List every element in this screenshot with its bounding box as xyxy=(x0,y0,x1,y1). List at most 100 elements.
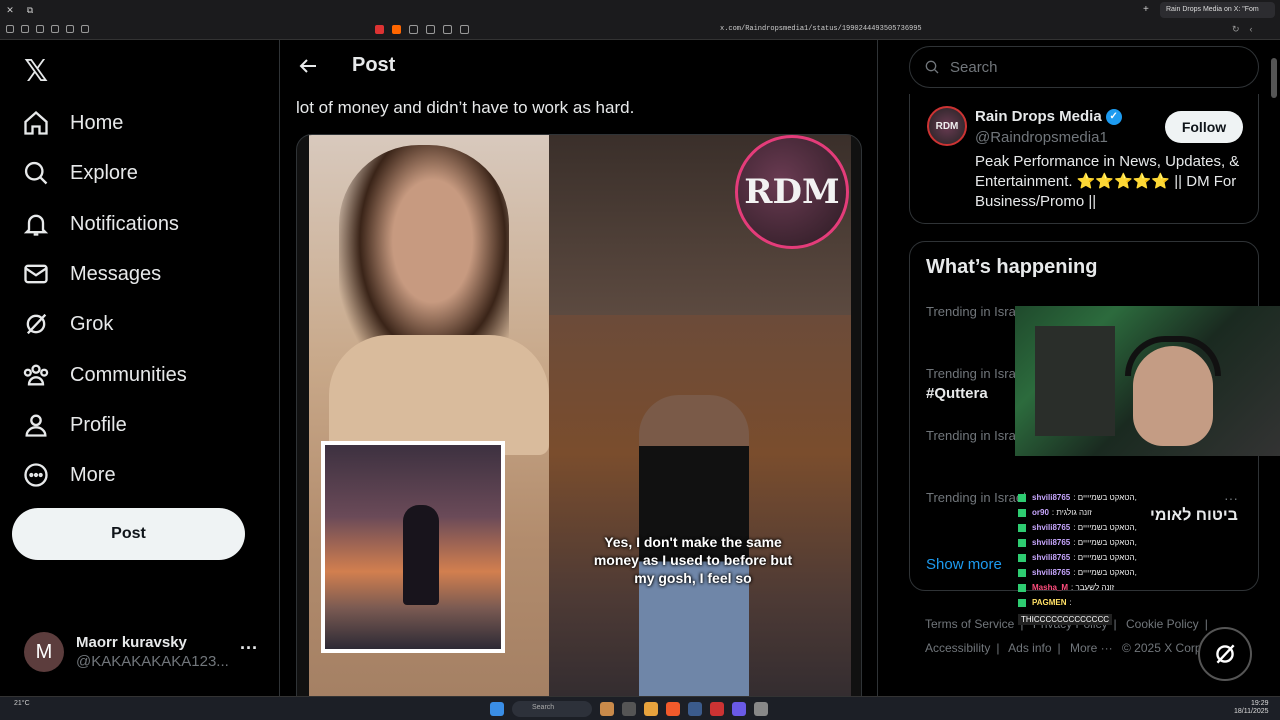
scrollbar[interactable] xyxy=(1271,58,1277,98)
taskbar-search[interactable]: Search xyxy=(512,701,592,717)
warning-icon[interactable] xyxy=(375,25,384,34)
footer-link[interactable]: Accessibility xyxy=(925,641,990,655)
url-field[interactable]: x.com/Raindropsmedia1/status/19902444935… xyxy=(720,25,922,33)
trend-name[interactable]: #Quttera xyxy=(926,385,988,402)
steam-icon[interactable] xyxy=(688,702,702,716)
footer-separator: | xyxy=(1057,641,1061,655)
nav-notifications[interactable]: Notifications xyxy=(22,204,179,244)
post-button[interactable]: Post xyxy=(12,508,245,560)
follow-button[interactable]: Follow xyxy=(1165,111,1243,143)
chat-message: shvili8765: הטאקט בשמיייים, xyxy=(1018,520,1198,535)
verified-badge-icon: ✓ xyxy=(1105,108,1122,125)
brave-icon[interactable] xyxy=(666,702,680,716)
trend-context[interactable]: Trending in Israel xyxy=(926,304,1026,319)
nav-label: Profile xyxy=(70,413,127,436)
extension-icon[interactable] xyxy=(36,25,44,33)
chat-text: : הטאקט בשמיייים, xyxy=(1073,493,1137,502)
windows-start-icon[interactable] xyxy=(490,702,504,716)
trend-context[interactable]: Trending in Israel xyxy=(926,490,1026,505)
trend-context[interactable]: Trending in Israel xyxy=(926,366,1026,381)
taskbar-apps: Search xyxy=(490,701,768,717)
search-input[interactable]: Search xyxy=(909,46,1259,88)
profile-handle: @Raindropsmedia1 xyxy=(975,129,1108,146)
profile-bio: Peak Performance in News, Updates, & Ent… xyxy=(975,153,1240,210)
restore-window-icon[interactable]: ⧉ xyxy=(20,5,40,16)
bell-icon xyxy=(23,214,49,236)
address-bar-row: x.com/Raindropsmedia1/status/19902444935… xyxy=(0,20,1280,40)
browser-toolbar xyxy=(6,25,89,33)
nav-grok[interactable]: Grok xyxy=(22,304,113,344)
chat-user: shvili8765 xyxy=(1032,493,1071,502)
chat-text: : הטאקט בשמיייים, xyxy=(1073,538,1137,547)
copyright: © 2025 X Corp. xyxy=(1122,641,1205,655)
stream-chat-overlay: shvili8765: הטאקט בשמיייים, or90: זונה ג… xyxy=(1018,490,1198,610)
weather-widget[interactable]: 21°C xyxy=(14,700,30,708)
brave-shield-icon[interactable] xyxy=(392,25,401,34)
close-window-icon[interactable]: ✕ xyxy=(0,5,20,16)
nav-more[interactable]: More xyxy=(22,455,116,495)
chat-user: shvili8765 xyxy=(1032,553,1071,562)
nav-explore[interactable]: Explore xyxy=(22,153,138,193)
footer-link[interactable]: More ··· xyxy=(1070,641,1113,655)
rdm-logo: RDM xyxy=(735,135,849,249)
footer-link[interactable]: Cookie Policy xyxy=(1126,617,1199,631)
more-options-icon[interactable]: ··· xyxy=(1224,490,1238,506)
nav-profile[interactable]: Profile xyxy=(22,405,127,445)
file-explorer-icon[interactable] xyxy=(644,702,658,716)
post-media[interactable]: RDM Yes, I don't make the same money as … xyxy=(296,134,862,696)
communities-icon xyxy=(23,364,49,386)
trend-context[interactable]: Trending in Israel xyxy=(926,428,1026,443)
main-column: Post lot of money and didn’t have to wor… xyxy=(280,40,878,696)
grok-icon xyxy=(1216,644,1235,664)
post-header: Post xyxy=(280,40,877,93)
system-clock[interactable]: 19:29 18/11/2025 xyxy=(1234,700,1269,716)
share-icon[interactable] xyxy=(409,25,418,34)
chat-badge-icon xyxy=(1018,493,1026,502)
avatar[interactable]: RDM xyxy=(927,106,967,146)
chat-badge-icon xyxy=(1018,523,1026,532)
search-icon xyxy=(24,161,48,185)
person-icon xyxy=(25,414,47,437)
clock-time: 19:29 xyxy=(1250,700,1269,707)
extension-icon[interactable] xyxy=(51,25,59,33)
menu-icon[interactable] xyxy=(6,25,14,33)
profile-name-text: Rain Drops Media xyxy=(975,108,1102,125)
account-switcher[interactable]: M Maorr kuravsky @KAKAKAKAKA123... ··· xyxy=(24,628,264,676)
tools-icon[interactable] xyxy=(426,25,435,34)
acoustic-panel xyxy=(1035,326,1115,436)
chat-message: shvili8765: הטאקט בשמיייים, xyxy=(1018,550,1198,565)
address-icons xyxy=(375,25,469,34)
nav-label: Explore xyxy=(70,161,138,184)
translate-icon[interactable] xyxy=(443,25,452,34)
os-taskbar: 21°C Search 19:29 18/11/2025 xyxy=(0,696,1280,720)
reload-icon[interactable]: ↻ xyxy=(1232,24,1240,35)
footer-link[interactable]: Ads info xyxy=(1008,641,1051,655)
chat-text: : הטאקט בשמיייים, xyxy=(1073,553,1137,562)
task-view-icon[interactable] xyxy=(622,702,636,716)
discord-icon[interactable] xyxy=(732,702,746,716)
footer-link[interactable]: Terms of Service xyxy=(925,617,1014,631)
show-more-link[interactable]: Show more xyxy=(926,556,1002,573)
x-logo-icon[interactable]: 𝕏 xyxy=(24,54,48,89)
app-icon[interactable] xyxy=(710,702,724,716)
chat-badge-icon xyxy=(1018,568,1026,577)
back-icon[interactable]: ‹ xyxy=(1250,24,1253,35)
back-arrow-icon[interactable] xyxy=(296,54,320,78)
pip-icon[interactable] xyxy=(460,25,469,34)
chat-text: : הטאקט בשמיייים, xyxy=(1073,568,1137,577)
app-icon[interactable] xyxy=(754,702,768,716)
nav-communities[interactable]: Communities xyxy=(22,355,187,395)
nav-messages[interactable]: Messages xyxy=(22,254,161,294)
browser-tab[interactable]: Rain Drops Media on X: "Fom xyxy=(1160,2,1275,18)
grok-floating-button[interactable] xyxy=(1198,627,1252,681)
new-tab-icon[interactable]: + xyxy=(1143,4,1149,15)
more-options-icon[interactable]: ··· xyxy=(240,638,258,659)
nav-home[interactable]: Home xyxy=(22,103,123,143)
extension-icon[interactable] xyxy=(81,25,89,33)
nav-label: More xyxy=(70,463,116,486)
extension-icon[interactable] xyxy=(21,25,29,33)
extension-icon[interactable] xyxy=(66,25,74,33)
app-icon[interactable] xyxy=(600,702,614,716)
profile-name[interactable]: Rain Drops Media ✓ xyxy=(975,108,1122,125)
chat-message: PAGMEN: xyxy=(1018,595,1198,610)
